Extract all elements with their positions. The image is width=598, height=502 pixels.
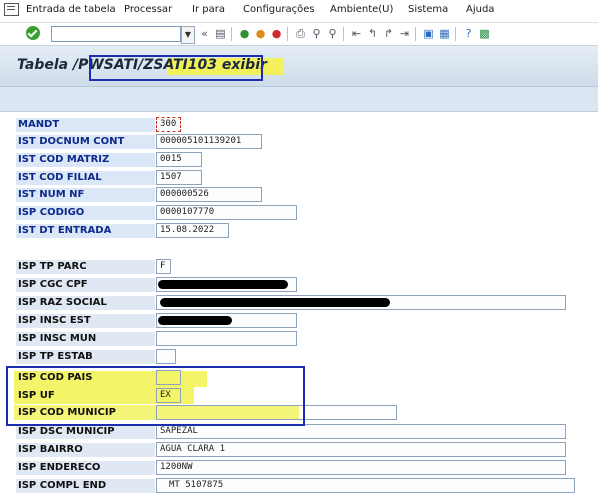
help-icon[interactable]: ? <box>461 26 476 41</box>
customize-icon[interactable]: ▩ <box>477 26 492 41</box>
field-value[interactable]: AGUA CLARA 1 <box>156 442 566 457</box>
menu-bar: Entrada de tabela Processar Ir para Conf… <box>0 0 598 23</box>
shortcut-icon[interactable]: ▦ <box>437 26 452 41</box>
enter-check-icon[interactable] <box>26 26 40 40</box>
field-value[interactable]: 1200NW <box>156 460 566 475</box>
menu-configuracoes[interactable]: Configurações <box>243 4 315 15</box>
field-value[interactable]: 0000107770 <box>156 205 297 220</box>
back-arrows-icon[interactable]: « <box>197 26 212 41</box>
field-value[interactable]: F <box>156 259 171 274</box>
field-value[interactable]: 000000526 <box>156 187 262 202</box>
print-icon[interactable]: ⎙ <box>293 26 308 41</box>
field-value[interactable]: MT 5107875 <box>156 478 575 493</box>
application-toolbar <box>0 87 598 112</box>
field-label: ISP BAIRRO <box>16 443 155 457</box>
menu-sistema[interactable]: Sistema <box>408 4 448 15</box>
menu-ir-para[interactable]: Ir para <box>192 4 225 15</box>
menu-ajuda[interactable]: Ajuda <box>466 4 494 15</box>
toolbar-separator <box>343 27 344 41</box>
field-label: IST DOCNUM CONT <box>16 135 155 149</box>
save-icon[interactable]: ▤ <box>213 26 228 41</box>
annotation-box <box>6 366 305 426</box>
screen-title-bar: Tabela /PWSATI/ZSATI103 exibir <box>0 46 598 87</box>
field-value[interactable]: 300 <box>156 117 181 132</box>
cancel-icon[interactable]: ● <box>269 26 284 41</box>
field-label: ISP RAZ SOCIAL <box>16 296 155 310</box>
field-label: ISP COMPL END <box>16 479 155 493</box>
field-label: ISP TP PARC <box>16 260 155 274</box>
next-page-icon[interactable]: ↱ <box>381 26 396 41</box>
title-annotation-box <box>89 55 263 81</box>
field-label: ISP TP ESTAB <box>16 350 155 364</box>
field-label: IST NUM NF <box>16 188 155 202</box>
new-session-icon[interactable]: ▣ <box>421 26 436 41</box>
field-value[interactable] <box>156 349 176 364</box>
field-value[interactable]: 0015 <box>156 152 202 167</box>
system-menu-icon[interactable] <box>4 3 19 16</box>
back-icon[interactable]: ● <box>237 26 252 41</box>
field-label: ISP DSC MUNICIP <box>16 425 155 439</box>
field-value[interactable]: 15.08.2022 <box>156 223 229 238</box>
field-label: ISP INSC EST <box>16 314 155 328</box>
standard-toolbar: ▼ « ▤ ● ● ● ⎙ ⚲ ⚲ ⇤ ↰ ↱ ⇥ ▣ ▦ ? ▩ <box>0 23 598 46</box>
toolbar-separator <box>415 27 416 41</box>
field-value[interactable]: 000005101139201 <box>156 134 262 149</box>
title-prefix: Tabela <box>17 57 73 73</box>
field-label: ISP CODIGO <box>16 206 155 220</box>
toolbar-separator <box>455 27 456 41</box>
field-label: IST COD FILIAL <box>16 171 155 185</box>
field-value[interactable] <box>156 331 297 346</box>
command-field[interactable] <box>51 26 181 42</box>
field-label: MANDT <box>16 118 155 132</box>
redaction-mark <box>160 298 390 307</box>
redaction-mark <box>158 316 232 325</box>
field-value[interactable]: SAPEZAL <box>156 424 566 439</box>
redaction-mark <box>158 280 288 289</box>
command-dropdown-icon[interactable]: ▼ <box>181 26 195 44</box>
menu-ambiente[interactable]: Ambiente(U) <box>330 4 393 15</box>
menu-entrada-de-tabela[interactable]: Entrada de tabela <box>26 4 116 15</box>
exit-icon[interactable]: ● <box>253 26 268 41</box>
prev-page-icon[interactable]: ↰ <box>365 26 380 41</box>
toolbar-separator <box>231 27 232 41</box>
toolbar-separator <box>287 27 288 41</box>
first-page-icon[interactable]: ⇤ <box>349 26 364 41</box>
field-label: IST DT ENTRADA <box>16 224 155 238</box>
field-label: ISP INSC MUN <box>16 332 155 346</box>
menu-processar[interactable]: Processar <box>124 4 172 15</box>
field-label: ISP CGC CPF <box>16 278 155 292</box>
field-label: IST COD MATRIZ <box>16 153 155 167</box>
find-next-icon[interactable]: ⚲ <box>325 26 340 41</box>
find-icon[interactable]: ⚲ <box>309 26 324 41</box>
last-page-icon[interactable]: ⇥ <box>397 26 412 41</box>
field-value[interactable]: 1507 <box>156 170 202 185</box>
field-label: ISP ENDERECO <box>16 461 155 475</box>
